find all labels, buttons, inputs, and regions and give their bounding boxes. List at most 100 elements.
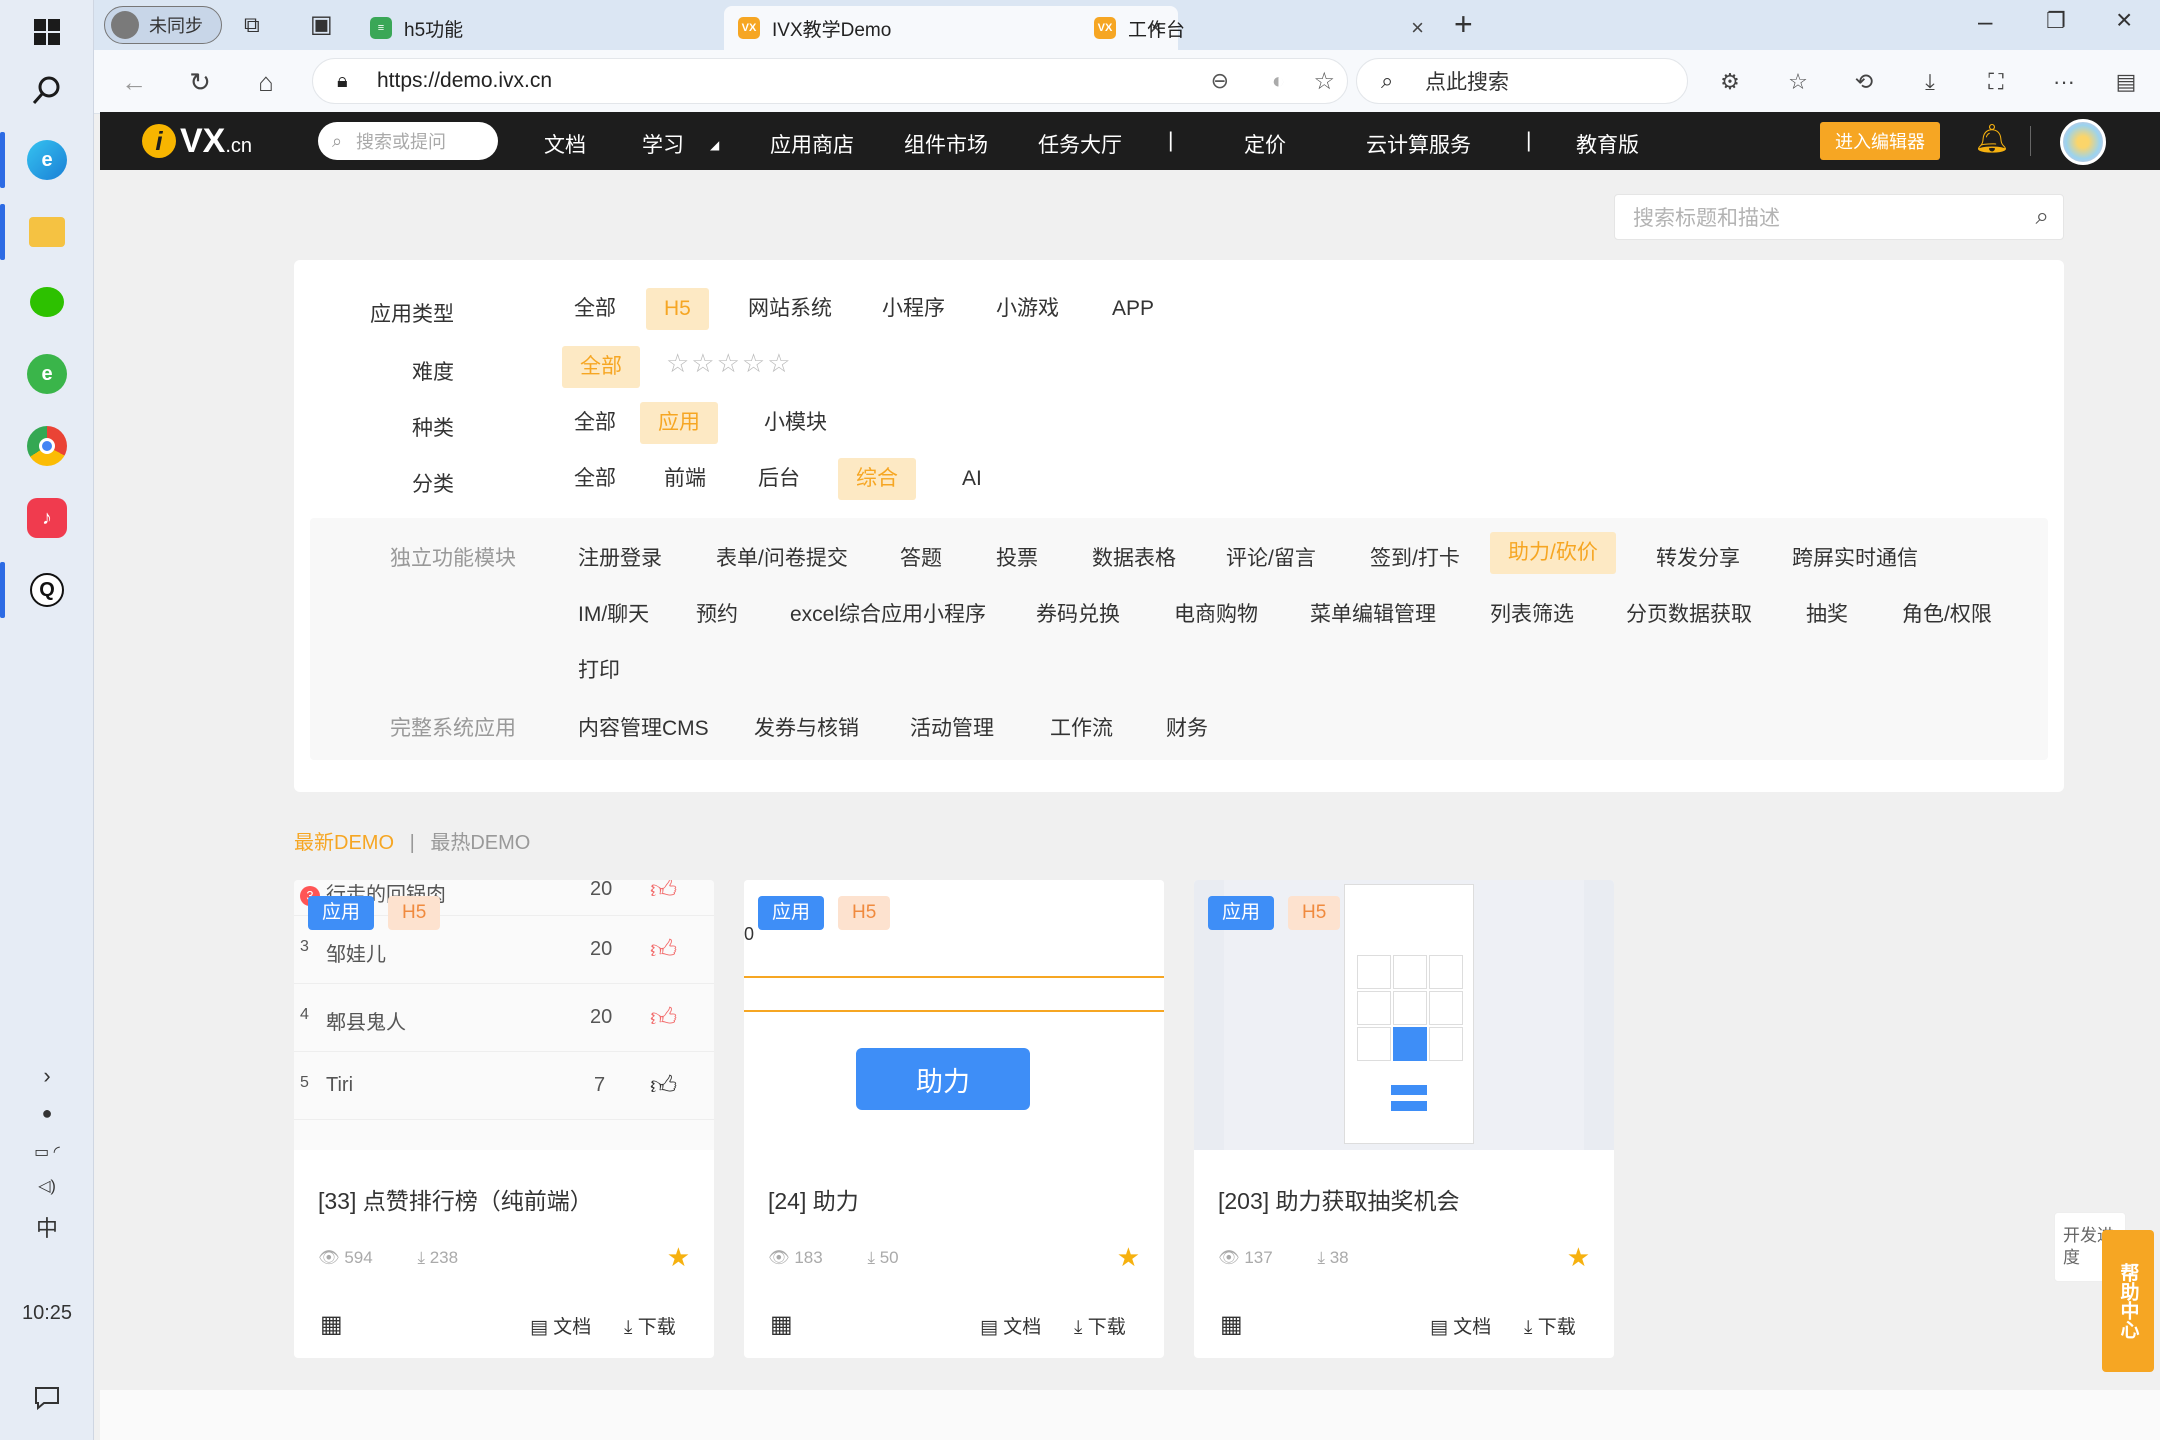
notification-icon[interactable] xyxy=(0,1378,94,1418)
download-button[interactable]: ⤓ 下载 xyxy=(624,1312,676,1339)
nav-component-market[interactable]: 组件市场 xyxy=(904,129,988,159)
nav-app-store[interactable]: 应用商店 xyxy=(770,129,854,159)
restore-icon[interactable]: ❐ xyxy=(2046,8,2066,34)
doc-button[interactable]: ▤ 文档 xyxy=(1430,1312,1491,1339)
module-item[interactable]: 评论/留言 xyxy=(1226,542,1316,572)
volume-icon[interactable]: ◁) xyxy=(0,1170,94,1202)
module-item[interactable]: 财务 xyxy=(1166,712,1208,742)
ie-browser-icon[interactable]: e xyxy=(0,342,94,406)
card-thumbnail[interactable]: 0 助力 应用 H5 xyxy=(744,880,1164,1150)
filter-category-ai[interactable]: AI xyxy=(944,458,1000,500)
filter-kind-module[interactable]: 小模块 xyxy=(746,402,845,444)
minimize-icon[interactable]: – xyxy=(1978,6,1992,37)
doc-button[interactable]: ▤ 文档 xyxy=(530,1312,591,1339)
new-tab-icon[interactable]: + xyxy=(1454,6,1473,43)
filter-app-type-website[interactable]: 网站系统 xyxy=(730,288,850,330)
qq-tray-icon[interactable]: ● xyxy=(0,1096,94,1130)
filter-app-type-h5[interactable]: H5 xyxy=(646,288,709,330)
module-item[interactable]: 分页数据获取 xyxy=(1626,598,1752,628)
filter-kind-all[interactable]: 全部 xyxy=(556,402,634,444)
filter-category-all[interactable]: 全部 xyxy=(556,458,634,500)
favorite-star-icon[interactable]: ★ xyxy=(667,1242,690,1273)
windows-start-icon[interactable] xyxy=(0,0,94,64)
collections-icon[interactable]: ⧉ xyxy=(244,12,260,38)
nav-task-hall[interactable]: 任务大厅 xyxy=(1038,129,1122,159)
download-button[interactable]: ⤓ 下载 xyxy=(1524,1312,1576,1339)
filter-app-type-minigame[interactable]: 小游戏 xyxy=(978,288,1077,330)
download-icon[interactable]: ⤓ xyxy=(1910,62,1950,102)
close-icon[interactable]: × xyxy=(1411,15,1424,41)
search-icon[interactable] xyxy=(0,58,94,122)
file-explorer-icon[interactable] xyxy=(0,200,94,264)
tab-actions-icon[interactable]: ▣ xyxy=(310,10,333,39)
favorite-star-icon[interactable]: ★ xyxy=(1117,1242,1140,1273)
filter-kind-app[interactable]: 应用 xyxy=(640,402,718,444)
card-title[interactable]: [24] 助力 xyxy=(768,1182,859,1216)
module-item[interactable]: 打印 xyxy=(578,654,620,684)
ivx-logo[interactable]: i VX .cn xyxy=(142,122,252,160)
search-icon[interactable]: ⌕ xyxy=(2036,203,2049,231)
sidebar-toggle-icon[interactable]: ▤ xyxy=(2106,62,2146,102)
history-icon[interactable]: ⟲ xyxy=(1844,62,1884,102)
sort-newest[interactable]: 最新DEMO xyxy=(294,832,394,854)
qrcode-icon[interactable]: ▦ xyxy=(320,1310,343,1339)
chrome-icon[interactable] xyxy=(0,414,94,478)
module-item[interactable]: excel综合应用小程序 xyxy=(790,598,986,628)
module-item[interactable]: 活动管理 xyxy=(910,712,994,742)
module-item[interactable]: 发券与核销 xyxy=(754,712,859,742)
edge-browser-icon[interactable]: e xyxy=(0,128,94,192)
module-item[interactable]: 角色/权限 xyxy=(1902,598,1992,628)
module-item[interactable]: 内容管理CMS xyxy=(578,712,709,742)
module-item[interactable]: 抽奖 xyxy=(1806,598,1848,628)
bell-icon[interactable]: 🔔︎ xyxy=(1974,122,2010,155)
qrcode-icon[interactable]: ▦ xyxy=(770,1310,793,1339)
card-thumbnail[interactable]: 应用 H5 xyxy=(1194,880,1614,1150)
ime-indicator[interactable]: 中 xyxy=(0,1210,94,1244)
module-item[interactable]: 工作流 xyxy=(1050,712,1113,742)
back-icon[interactable]: ← xyxy=(114,62,154,102)
refresh-icon[interactable]: ↻ xyxy=(180,62,220,102)
filter-difficulty-all[interactable]: 全部 xyxy=(562,346,640,388)
site-search-input[interactable]: ⌕ 搜索或提问 xyxy=(318,122,498,160)
filter-app-type-app[interactable]: APP xyxy=(1094,288,1172,330)
filter-category-backend[interactable]: 后台 xyxy=(740,458,818,500)
more-icon[interactable]: ··· xyxy=(2044,62,2084,102)
filter-app-type-all[interactable]: 全部 xyxy=(556,288,634,330)
demo-card[interactable]: 3 行走的回锅肉 20 👍︎ 3 邹娃儿 20 👍︎ 4 郫县鬼人 20 👍︎ … xyxy=(294,880,714,1358)
module-item[interactable]: 跨屏实时通信 xyxy=(1792,542,1918,572)
browser-search-box[interactable]: ⌕ 点此搜索 xyxy=(1356,58,1688,104)
filter-app-type-miniprogram[interactable]: 小程序 xyxy=(864,288,963,330)
favorites-icon[interactable]: ☆ xyxy=(1778,62,1818,102)
module-item[interactable]: 数据表格 xyxy=(1092,542,1176,572)
caret-down-icon[interactable]: ◢ xyxy=(710,138,719,152)
difficulty-stars[interactable]: ☆☆☆☆☆ xyxy=(666,348,793,379)
zoom-icon[interactable]: ⊖ xyxy=(1211,68,1229,94)
enter-editor-button[interactable]: 进入编辑器 xyxy=(1820,122,1940,160)
nav-education[interactable]: 教育版 xyxy=(1576,129,1639,159)
address-bar[interactable]: 🔒︎ https://demo.ivx.cn ⊖ ◐ ☆ xyxy=(312,58,1348,104)
chevron-right-icon[interactable]: › xyxy=(0,1058,94,1094)
filter-category-frontend[interactable]: 前端 xyxy=(646,458,724,500)
demo-card[interactable]: 0 助力 应用 H5 [24] 助力 👁︎ 183 ⤓ 50 ★ ▦ ▤ 文档 … xyxy=(744,880,1164,1358)
nav-cloud-services[interactable]: 云计算服务 xyxy=(1366,129,1471,159)
demo-card[interactable]: 应用 H5 [203] 助力获取抽奖机会 👁︎ 137 ⤓ 38 ★ ▦ ▤ 文… xyxy=(1194,880,1614,1358)
module-item[interactable]: 预约 xyxy=(696,598,738,628)
module-item[interactable]: 转发分享 xyxy=(1656,542,1740,572)
module-item-selected[interactable]: 助力/砍价 xyxy=(1490,532,1616,574)
card-title[interactable]: [203] 助力获取抽奖机会 xyxy=(1218,1182,1460,1216)
window-close-icon[interactable]: × xyxy=(2116,4,2132,36)
sort-hottest[interactable]: 最热DEMO xyxy=(430,832,530,854)
module-item[interactable]: 投票 xyxy=(996,542,1038,572)
card-title[interactable]: [33] 点赞排行榜（纯前端） xyxy=(318,1182,593,1216)
nav-pricing[interactable]: 定价 xyxy=(1244,129,1286,159)
download-button[interactable]: ⤓ 下载 xyxy=(1074,1312,1126,1339)
screenshot-icon[interactable]: ⛶ xyxy=(1976,62,2016,102)
module-item[interactable]: 答题 xyxy=(900,542,942,572)
qrcode-icon[interactable]: ▦ xyxy=(1220,1310,1243,1339)
profile-button[interactable]: 未同步 xyxy=(104,6,222,44)
extensions-icon[interactable]: ⚙ xyxy=(1710,62,1750,102)
favorite-star-icon[interactable]: ☆ xyxy=(1313,67,1335,96)
module-item[interactable]: 券码兑换 xyxy=(1036,598,1120,628)
module-item[interactable]: 电商购物 xyxy=(1174,598,1258,628)
qq-icon[interactable]: Q xyxy=(0,558,94,622)
